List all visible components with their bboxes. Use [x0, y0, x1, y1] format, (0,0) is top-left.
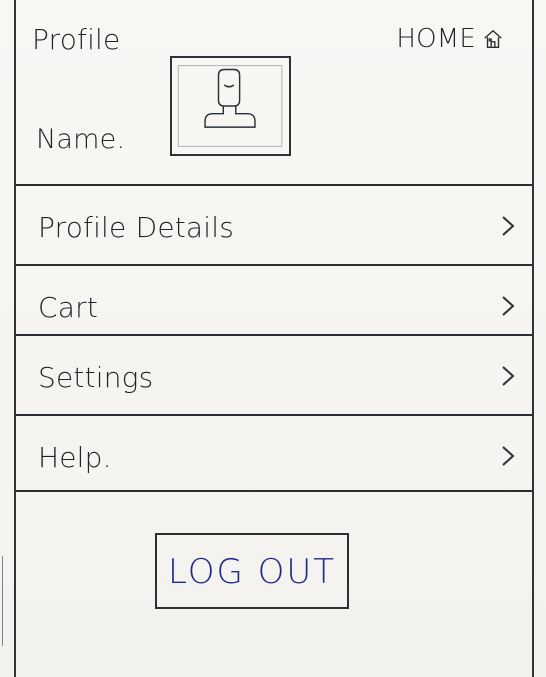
- menu-item-label: Help.: [38, 441, 112, 474]
- menu-item-profile-details[interactable]: Profile Details: [16, 188, 532, 262]
- logout-button-label: LOG OUT: [167, 552, 337, 592]
- right-border: [532, 0, 534, 677]
- home-label: HOME: [396, 24, 476, 54]
- menu-divider: [16, 264, 532, 266]
- page-title: Profile: [32, 23, 121, 56]
- menu-item-label: Cart: [38, 291, 98, 324]
- profile-avatar[interactable]: [170, 56, 291, 156]
- menu-divider: [16, 490, 532, 492]
- menu-item-label: Settings: [38, 361, 154, 394]
- chevron-right-icon: [502, 366, 515, 386]
- sketch-page: Profile HOME Name. Profile Details Cart …: [0, 0, 546, 677]
- menu-item-label: Profile Details: [38, 211, 235, 244]
- menu-divider: [16, 334, 532, 336]
- home-icon: [482, 28, 504, 50]
- menu-item-settings[interactable]: Settings: [16, 338, 532, 412]
- menu-divider: [16, 414, 532, 416]
- profile-name-label: Name.: [36, 124, 126, 155]
- menu-item-cart[interactable]: Cart: [16, 268, 532, 342]
- chevron-right-icon: [502, 446, 515, 466]
- home-link[interactable]: HOME: [396, 26, 504, 52]
- chevron-right-icon: [502, 296, 515, 316]
- menu-item-help[interactable]: Help.: [16, 418, 532, 492]
- chevron-right-icon: [502, 216, 515, 236]
- header-divider: [16, 184, 532, 186]
- logout-button[interactable]: LOG OUT: [155, 533, 349, 609]
- page-edge-mark: [2, 556, 3, 646]
